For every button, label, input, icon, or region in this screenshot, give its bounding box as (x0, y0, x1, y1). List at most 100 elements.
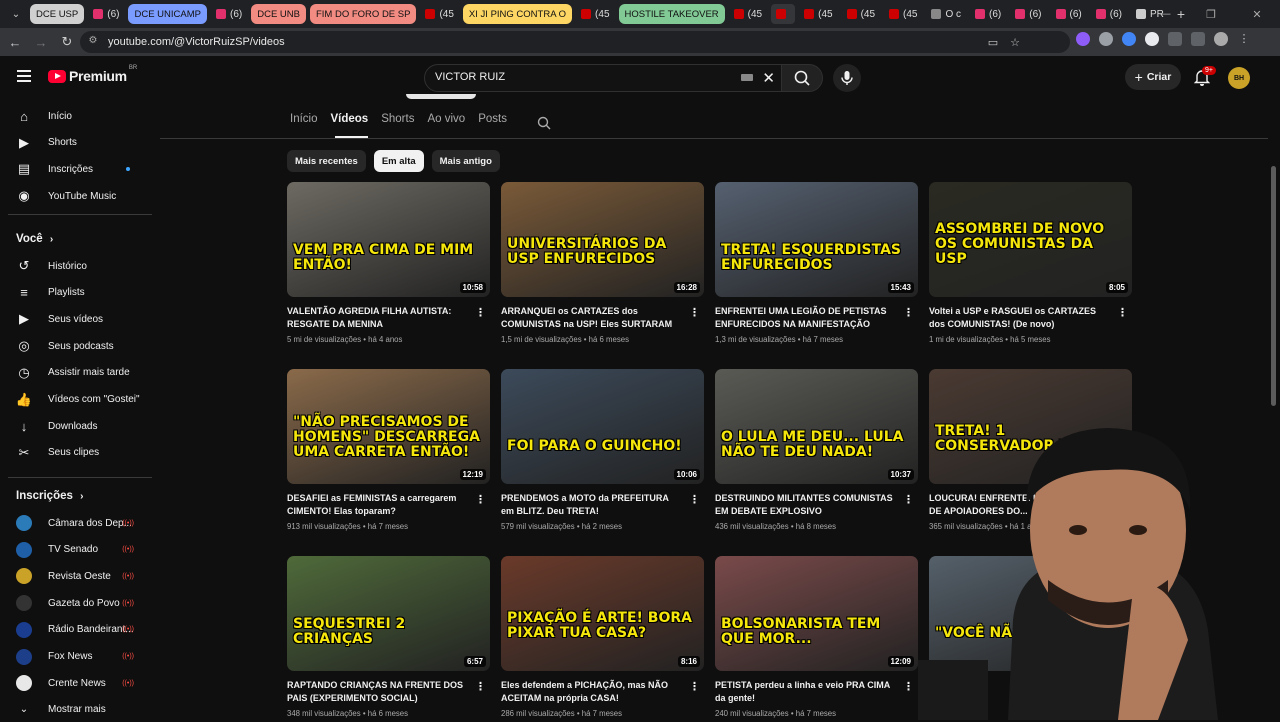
video-thumbnail[interactable]: VEM PRA CIMA DE MIM ENTÃO! 10:58 (287, 182, 490, 297)
extension-icon[interactable] (1145, 32, 1159, 46)
browser-tab[interactable]: (45 (729, 4, 767, 24)
more-actions-icon[interactable]: ⋮ (903, 493, 914, 506)
more-actions-icon[interactable]: ⋮ (689, 306, 700, 319)
sidebar-item[interactable]: ↺ Histórico (0, 253, 150, 279)
browser-tab[interactable]: (45 (576, 4, 614, 24)
sort-chip[interactable]: Mais recentes (287, 150, 366, 172)
more-actions-icon[interactable]: ⋮ (475, 493, 486, 506)
restore-icon[interactable]: ❐ (1188, 8, 1234, 21)
site-info-icon[interactable]: ⚙ (86, 35, 100, 49)
browser-tab[interactable]: DCE UNICAMP (128, 4, 207, 24)
clear-search-icon[interactable]: ✕ (762, 69, 775, 87)
browser-tab[interactable]: (45 (799, 4, 837, 24)
video-card[interactable]: VEM PRA CIMA DE MIM ENTÃO! 10:58 VALENTÃO … (287, 182, 490, 344)
video-title[interactable]: PRENDEMOS a MOTO da PREFEITURA em BLITZ.… (501, 492, 681, 518)
video-title[interactable]: ARRANQUEI os CARTAZES dos COMUNISTAS na … (501, 305, 681, 331)
video-card[interactable]: "NÃO PRECISAMOS DE HOMENS" DESCARREGA UM… (287, 369, 490, 531)
video-thumbnail[interactable]: SEQUESTREI 2 CRIANÇAS 6:57 (287, 556, 490, 671)
subscription-channel[interactable]: Fox News ((•)) (0, 644, 150, 670)
video-card[interactable]: SEQUESTREI 2 CRIANÇAS 6:57 RAPTANDO CRIANÇ… (287, 556, 490, 718)
video-thumbnail[interactable]: PIXAÇÃO É ARTE! BORA PIXAR TUA CASA? 8:16 (501, 556, 704, 671)
keyboard-icon[interactable] (741, 74, 753, 81)
subscribe-button-edge[interactable] (406, 94, 476, 99)
sort-chip[interactable]: Em alta (373, 150, 424, 172)
video-title[interactable]: PETISTA perdeu a linha e veio PRA CIMA d… (715, 679, 895, 705)
voice-search-button[interactable] (833, 64, 861, 92)
browser-tab[interactable]: (6) (1010, 4, 1046, 24)
subscription-channel[interactable]: Crente News ((•)) (0, 670, 150, 696)
video-title[interactable]: DESTRUINDO MILITANTES COMUNISTAS EM DEBA… (715, 492, 895, 518)
video-thumbnail[interactable]: "NÃO PRECISAMOS DE HOMENS" DESCARREGA UM… (287, 369, 490, 484)
extension-icon[interactable] (1099, 32, 1113, 46)
extension-icon[interactable] (1076, 32, 1090, 46)
sidebar-item[interactable]: ◉ YouTube Music (0, 183, 150, 209)
browser-tab[interactable]: DCE UNB (251, 4, 306, 24)
more-actions-icon[interactable]: ⋮ (475, 680, 486, 693)
more-actions-icon[interactable]: ⋮ (475, 306, 486, 319)
browser-tab[interactable]: (45 (420, 4, 458, 24)
browser-menu-icon[interactable]: ⋮ (1237, 32, 1251, 46)
extensions-puzzle-icon[interactable] (1168, 32, 1182, 46)
install-app-icon[interactable]: ▭ (988, 36, 998, 49)
video-thumbnail[interactable]: FOI PARA O GUINCHO! 10:06 (501, 369, 704, 484)
more-actions-icon[interactable]: ⋮ (689, 680, 700, 693)
browser-tab[interactable]: (6) (970, 4, 1006, 24)
browser-tab[interactable]: FIM DO FORO DE SP (309, 4, 417, 24)
minimize-icon[interactable]: — (1142, 8, 1188, 20)
sidebar-item[interactable]: ◎ Seus podcasts (0, 333, 150, 359)
channel-tab[interactable]: Início (290, 113, 318, 135)
browser-tab[interactable]: HOSTILE TAKEOVER (618, 4, 725, 24)
browser-tab[interactable] (771, 4, 796, 24)
page-scrollbar[interactable] (1271, 166, 1276, 406)
video-title[interactable]: DESAFIEI as FEMINISTAS a carregarem CIME… (287, 492, 467, 518)
video-title[interactable]: ENFRENTEI UMA LEGIÃO DE PETISTAS ENFUREC… (715, 305, 895, 331)
close-window-icon[interactable]: ✕ (1234, 8, 1280, 21)
video-card[interactable]: ASSOMBREI DE NOVO OS COMUNISTAS DA USP 8:… (929, 182, 1132, 344)
video-thumbnail[interactable]: O LULA ME DEU... LULA NÃO TE DEU NADA! 10… (715, 369, 918, 484)
browser-tab[interactable]: (6) (1091, 4, 1127, 24)
bookmark-star-icon[interactable]: ☆ (1010, 36, 1020, 49)
video-title[interactable]: VALENTÃO AGREDIA FILHA AUTISTA: RESGATE … (287, 305, 467, 331)
browser-tab[interactable]: (45 (884, 4, 922, 24)
youtube-premium-logo[interactable]: Premium BR (48, 65, 137, 84)
sidebar-item[interactable]: ✂ Seus clipes (0, 440, 150, 466)
create-button[interactable]: + Criar (1125, 64, 1181, 90)
sort-chip[interactable]: Mais antigo (431, 150, 500, 172)
video-title[interactable]: RAPTANDO CRIANÇAS NA FRENTE DOS PAIS (EX… (287, 679, 467, 705)
video-card[interactable]: PIXAÇÃO É ARTE! BORA PIXAR TUA CASA? 8:16… (501, 556, 704, 718)
browser-tab[interactable]: (6) (1051, 4, 1087, 24)
sidebar-you-header[interactable]: Você › (16, 233, 53, 245)
subscription-channel[interactable]: Revista Oeste ((•)) (0, 563, 150, 589)
search-input[interactable]: VICTOR RUIZ ✕ (424, 64, 782, 92)
video-card[interactable]: BOLSONARISTA TEM QUE MOR... 12:09 PETISTA … (715, 556, 918, 718)
subscription-channel[interactable]: Gazeta do Povo ((•)) (0, 590, 150, 616)
channel-search-icon[interactable] (537, 116, 551, 130)
tab-search-icon[interactable]: ⌄ (4, 4, 28, 24)
video-thumbnail[interactable]: ASSOMBREI DE NOVO OS COMUNISTAS DA USP 8:… (929, 182, 1132, 297)
sidebar-item[interactable]: 👍 Vídeos com "Gostei" (0, 387, 150, 413)
more-actions-icon[interactable]: ⋮ (1117, 306, 1128, 319)
reload-icon[interactable]: ↻ (56, 34, 78, 50)
subscription-channel[interactable]: Rádio Bandeirant... ((•)) (0, 617, 150, 643)
channel-tab[interactable]: Shorts (381, 113, 414, 135)
browser-tab[interactable]: (6) (88, 4, 124, 24)
video-thumbnail[interactable]: TRETA! ESQUERDISTAS ENFURECIDOS 15:43 (715, 182, 918, 297)
video-card[interactable]: FOI PARA O GUINCHO! 10:06 PRENDEMOS a MOTO… (501, 369, 704, 531)
channel-tab[interactable]: Posts (478, 113, 507, 135)
sidebar-item[interactable]: ▶ Shorts (0, 130, 150, 156)
channel-tab[interactable]: Ao vivo (427, 113, 465, 135)
menu-hamburger-icon[interactable] (17, 70, 31, 85)
browser-tab[interactable]: DCE USP (30, 4, 85, 24)
account-avatar[interactable]: BH (1228, 67, 1250, 89)
video-title[interactable]: Eles defendem a PICHAÇÃO, mas NÃO ACEITA… (501, 679, 681, 705)
sidebar-subscriptions-header[interactable]: Inscrições › (16, 490, 83, 502)
video-card[interactable]: O LULA ME DEU... LULA NÃO TE DEU NADA! 10… (715, 369, 918, 531)
search-button[interactable] (781, 64, 823, 92)
forward-icon[interactable]: → (30, 35, 52, 50)
subscription-channel[interactable]: Câmara dos Dep... ((•)) (0, 510, 150, 536)
show-more-button[interactable]: ⌄ Mostrar mais (0, 696, 150, 722)
sidebar-item[interactable]: ↓ Downloads (0, 413, 150, 439)
sidebar-item[interactable]: ≡ Playlists (0, 280, 150, 306)
profile-icon[interactable] (1214, 32, 1228, 46)
more-actions-icon[interactable]: ⋮ (689, 493, 700, 506)
